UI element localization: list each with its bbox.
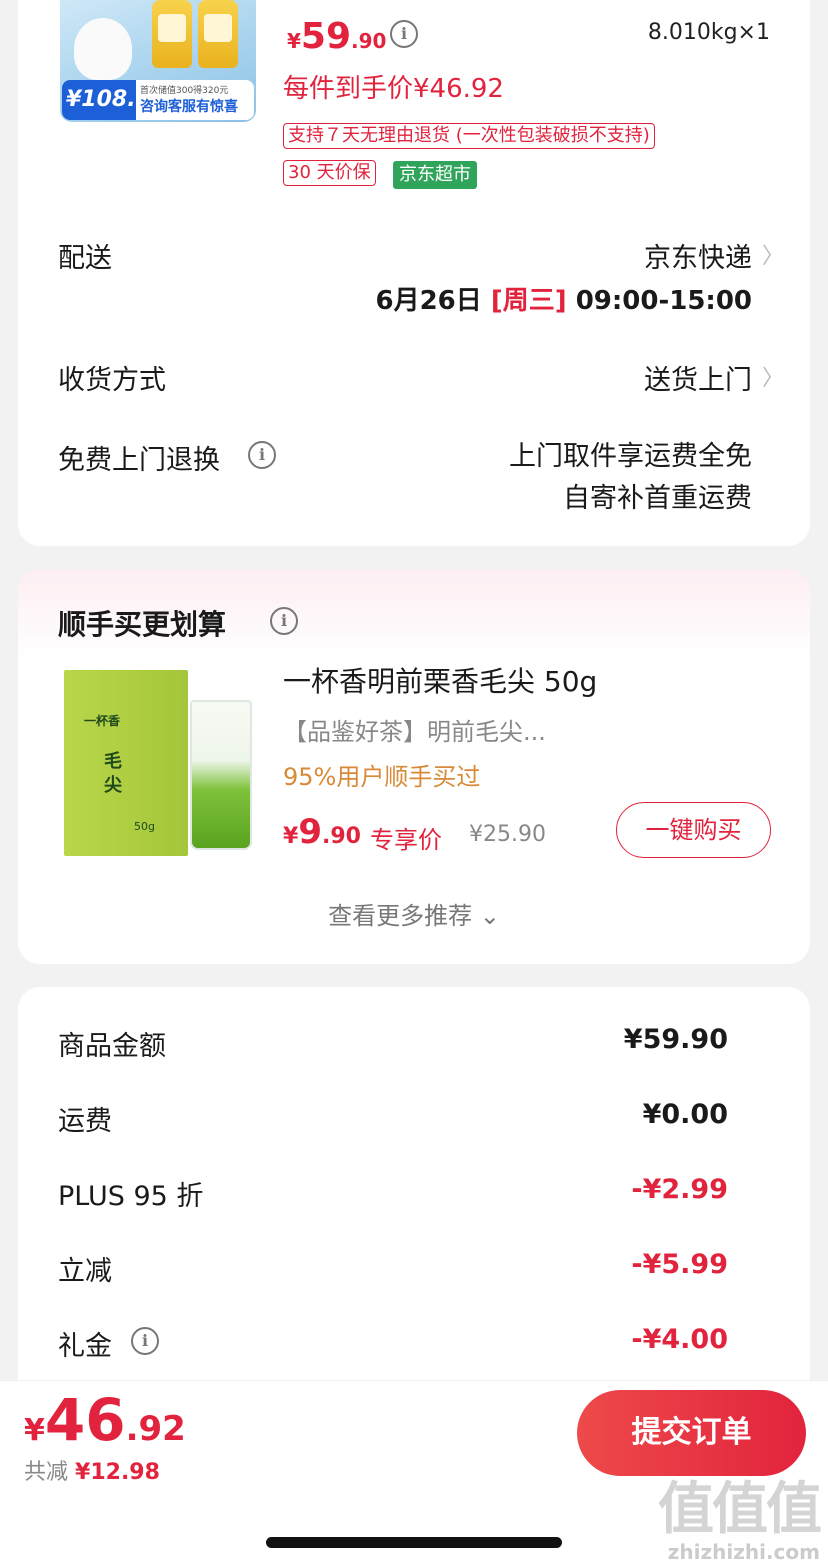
total-currency: ¥ [24,1413,45,1448]
product-price: ¥59.90 [287,16,386,57]
chevron-right-icon[interactable]: 〉 [762,360,784,392]
summary-row-value: -¥5.99 [631,1249,728,1280]
final-price: 每件到手价¥46.92 [283,74,504,104]
summary-row-value: -¥2.99 [631,1174,728,1205]
bottle-graphic [198,0,238,68]
price-info-icon[interactable]: i [390,20,418,48]
tea-brand-text: 一杯香 [84,714,121,728]
saved-value: ¥12.98 [75,1460,160,1485]
summary-row-label: PLUS 95 折 [58,1181,204,1212]
total-integer: 46 [44,1386,126,1454]
gift-info-icon[interactable]: i [131,1327,159,1355]
watermark: 值值值 zhizhizhi.com [658,1477,822,1565]
delivery-carrier[interactable]: 京东快递 [644,236,752,275]
tea-bought: 95%用户顺手买过 [283,763,481,791]
chevron-right-icon[interactable]: 〉 [762,238,784,270]
tea-box-weight: 50g [134,820,155,833]
summary-row-value: -¥4.00 [631,1324,728,1355]
tea-price: ¥9.90 [283,812,361,852]
price-protect-tag: 30 天价保 [283,160,376,186]
price-decimal: .90 [351,29,387,53]
bottle-graphic [152,0,192,68]
price-integer: 59 [300,16,352,57]
summary-row-label: 礼金 [58,1331,112,1362]
home-indicator[interactable] [266,1537,562,1548]
summary-row-value: ¥0.00 [642,1099,728,1130]
recommend-title: 顺手买更划算 [58,608,227,641]
summary-row-label: 立减 [58,1256,112,1287]
total-saved: 共减 ¥12.98 [24,1454,160,1486]
tea-original-price: ¥25.90 [469,822,546,847]
tea-box-text: 毛尖 [104,751,122,796]
product-weight: 8.010kg×1 [647,20,770,45]
total-price: ¥46.92 [24,1386,186,1454]
delivery-time-range: 09:00-15:00 [575,286,752,316]
submit-order-button[interactable]: 提交订单 [577,1390,806,1476]
delivery-time[interactable]: 6月26日 [周三] 09:00-15:00 [376,280,753,317]
receive-value[interactable]: 送货上门 [644,358,752,397]
total-decimal: .92 [125,1409,186,1449]
receive-label: 收货方式 [58,365,166,396]
see-more-link[interactable]: 查看更多推荐 ⌄ [0,896,828,931]
image-price-tag: ¥108.0 [62,80,151,120]
tea-name[interactable]: 一杯香明前栗香毛尖 50g [283,660,597,700]
store-tag: 京东超市 [393,161,477,189]
free-return-info-icon[interactable]: i [248,441,276,469]
free-return-line1: 上门取件享运费全免 [509,441,752,472]
recommend-info-icon[interactable]: i [270,607,298,635]
tea-exclusive-label: 专享价 [370,826,442,854]
summary-row-value: ¥59.90 [623,1024,728,1055]
tea-desc: 【品鉴好茶】明前毛尖... [283,718,546,746]
watermark-url: zhizhizhi.com [667,1540,820,1564]
summary-row-label: 商品金额 [58,1031,166,1062]
price-currency: ¥ [287,29,301,53]
return-policy-tag: 支持７天无理由退货 (一次性包装破损不支持) [283,123,655,149]
delivery-weekday: [周三] [490,286,567,316]
image-banner-top: 首次储值300得320元 [140,86,229,96]
tea-product-image[interactable]: 一杯香 毛尖 50g [60,662,256,858]
tea-price-integer: 9 [298,812,322,852]
tea-price-decimal: .90 [321,824,361,849]
mascot-graphic [74,18,132,80]
one-click-buy-button[interactable]: 一键购买 [616,802,771,858]
summary-row-label: 运费 [58,1106,112,1137]
product-image[interactable]: ¥108.0 首次储值300得320元 咨询客服有惊喜 [60,0,256,122]
free-return-line2: 自寄补首重运费 [563,483,752,514]
tea-box-graphic: 一杯香 毛尖 50g [64,670,188,856]
delivery-label: 配送 [58,243,112,274]
free-return-label: 免费上门退换 [58,445,220,476]
tea-price-currency: ¥ [283,824,299,849]
delivery-date: 6月26日 [375,286,482,316]
saved-label: 共减 [24,1460,69,1485]
watermark-mark: 值值值 [658,1477,822,1542]
image-banner-main: 咨询客服有惊喜 [140,99,238,115]
tea-glass-graphic [190,700,252,850]
